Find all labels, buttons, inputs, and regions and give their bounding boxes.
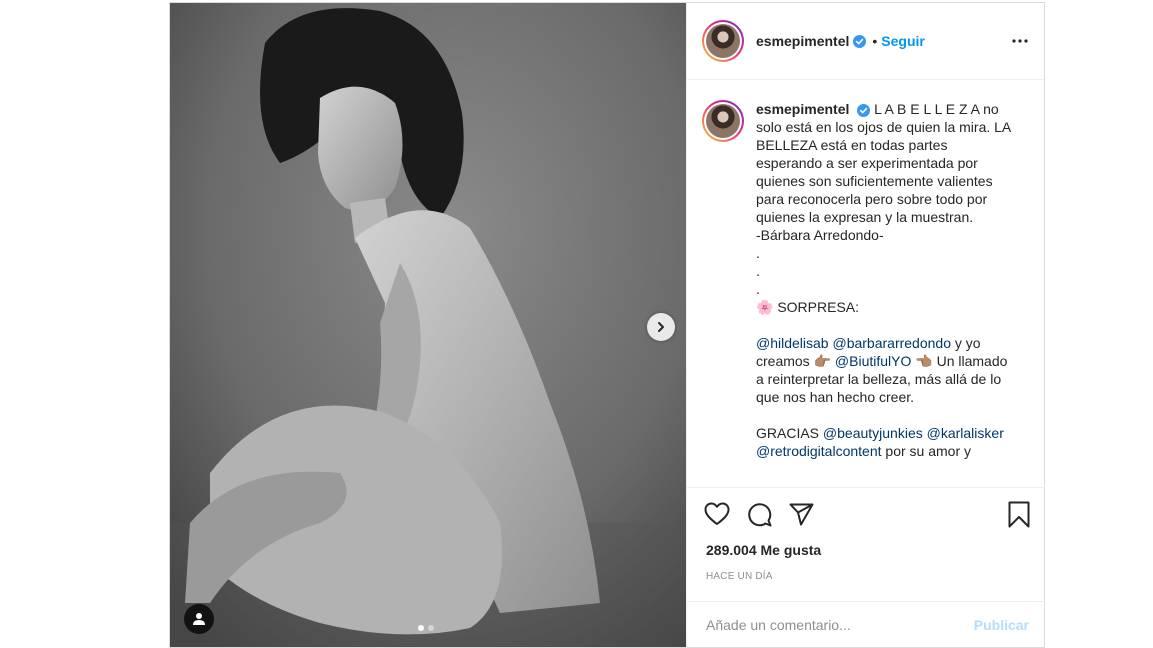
separator-bullet: • <box>872 33 878 49</box>
chevron-right-icon <box>658 322 664 332</box>
caption-text: por su amor y <box>881 443 971 459</box>
post-photo <box>170 3 686 647</box>
caption-username[interactable]: esmepimentel <box>756 101 849 117</box>
post-sidebar: esmepimentel • Seguir esmepimentel L A B… <box>686 3 1045 647</box>
like-button[interactable] <box>703 500 731 528</box>
paper-plane-icon <box>789 503 813 525</box>
caption-line: -Bárbara Arredondo- <box>756 227 884 243</box>
caption: esmepimentel L A B E L L E Z A no solo e… <box>756 100 1011 486</box>
comment-button[interactable] <box>745 500 773 528</box>
post-actions: 289.004 Me gusta HACE UN DÍA Publicar <box>687 487 1045 647</box>
tagged-users-button[interactable] <box>184 604 214 634</box>
action-bar <box>687 488 1045 540</box>
caption-text: GRACIAS <box>756 425 823 441</box>
caption-line: . <box>756 281 760 297</box>
save-button[interactable] <box>1005 500 1033 528</box>
caption-line: L A B E L L E Z A no solo está en los oj… <box>756 101 1011 225</box>
heart-icon <box>704 502 730 525</box>
caption-section: esmepimentel L A B E L L E Z A no solo e… <box>687 80 1044 486</box>
comment-composer: Publicar <box>687 601 1045 648</box>
post-timestamp[interactable]: HACE UN DÍA <box>687 571 1045 582</box>
mention-link[interactable]: @beautyjunkies <box>823 425 923 441</box>
follow-button[interactable]: Seguir <box>881 33 925 49</box>
avatar[interactable] <box>702 20 744 62</box>
mention-link[interactable]: @barbararredondo <box>832 335 951 351</box>
like-count[interactable]: 289.004 Me gusta <box>687 542 1045 558</box>
carousel-indicator <box>418 625 434 631</box>
carousel-next-button[interactable] <box>647 313 675 341</box>
username-link[interactable]: esmepimentel <box>756 33 849 49</box>
caption-line: . <box>756 245 760 261</box>
caption-line: . <box>756 263 760 279</box>
more-options-button[interactable] <box>1012 39 1028 43</box>
publish-button[interactable]: Publicar <box>974 617 1029 633</box>
share-button[interactable] <box>787 500 815 528</box>
mention-link[interactable]: @hildelisab <box>756 335 829 351</box>
user-tag-icon <box>193 613 205 625</box>
mention-link[interactable]: @karlalisker <box>927 425 1004 441</box>
mention-link[interactable]: @retrodigitalcontent <box>756 443 882 459</box>
post-header: esmepimentel • Seguir <box>687 3 1044 80</box>
verified-badge-icon <box>857 103 871 117</box>
caption-line: 🌸 SORPRESA: <box>756 299 860 315</box>
comment-input[interactable] <box>706 617 974 633</box>
more-options-icon <box>1012 39 1028 43</box>
bookmark-icon <box>1008 501 1030 527</box>
instagram-post: esmepimentel • Seguir esmepimentel L A B… <box>169 2 1045 648</box>
mention-link[interactable]: @BiutifulYO <box>835 353 911 369</box>
carousel-dot <box>428 625 434 631</box>
verified-badge-icon <box>853 34 867 48</box>
carousel-dot <box>418 625 424 631</box>
post-media[interactable] <box>170 3 686 647</box>
caption-avatar[interactable] <box>702 100 744 142</box>
comment-bubble-icon <box>747 502 771 526</box>
